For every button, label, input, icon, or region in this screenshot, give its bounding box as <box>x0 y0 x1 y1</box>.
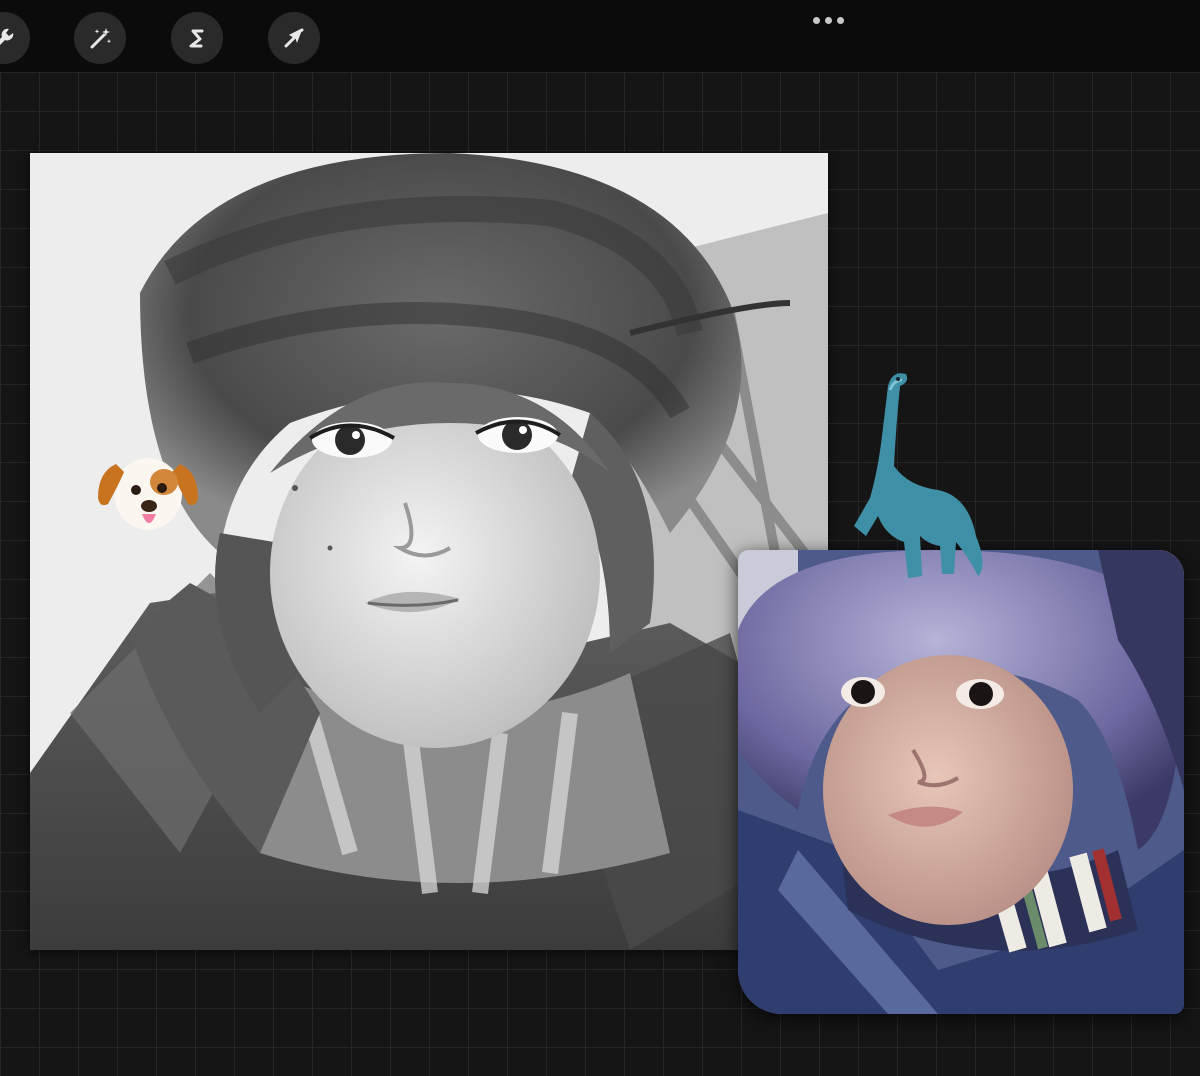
reference-photo-child-in-fur-hat[interactable] <box>738 550 1184 1014</box>
selection-s-icon[interactable] <box>171 12 223 64</box>
magic-wand-icon[interactable] <box>74 12 126 64</box>
dog-face-emoji[interactable] <box>94 442 202 538</box>
wrench-icon[interactable] <box>0 12 30 64</box>
dinosaur-figurine[interactable] <box>848 366 994 584</box>
arrow-cursor-icon[interactable] <box>268 12 320 64</box>
grayscale-portrait-painting[interactable] <box>30 153 828 950</box>
ellipsis-icon[interactable] <box>806 10 850 30</box>
top-toolbar <box>0 0 1200 72</box>
